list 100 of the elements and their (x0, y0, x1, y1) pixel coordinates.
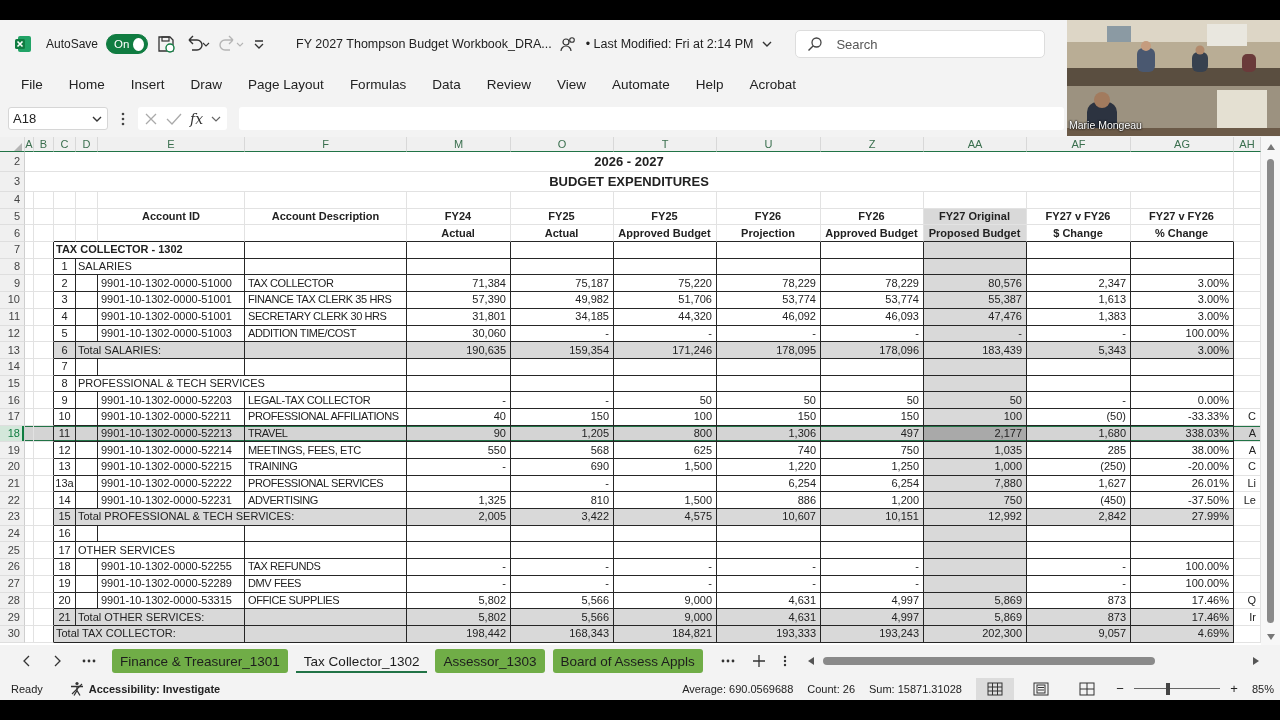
table-cell: FINANCE TAX CLERK 35 HRS (245, 292, 407, 309)
column-header[interactable]: M (407, 137, 511, 152)
row-header[interactable]: 7 (0, 242, 25, 259)
sheet-tab[interactable]: Finance & Treasurer_1301 (112, 649, 288, 673)
more-options-icon[interactable] (120, 110, 126, 127)
sheet-tab[interactable]: Board of Assess Appls (552, 649, 703, 673)
add-sheet-icon[interactable] (752, 655, 765, 667)
autosave-toggle[interactable]: On (106, 34, 149, 54)
table-cell: PROFESSIONAL SERVICES (245, 475, 407, 493)
ribbon-tab[interactable]: Review (476, 72, 541, 96)
column-header[interactable]: AG (1131, 137, 1234, 152)
enter-check-icon[interactable] (166, 111, 182, 126)
table-cell: SALARIES (76, 258, 245, 276)
ribbon-tab[interactable]: Automate (601, 72, 680, 96)
row-header[interactable]: 3 (0, 172, 25, 192)
zoom-thumb[interactable] (1165, 682, 1170, 695)
save-icon[interactable] (156, 34, 177, 54)
column-header[interactable]: T (614, 137, 717, 152)
next-sheet-icon[interactable] (52, 655, 62, 667)
row-header[interactable]: 26 (0, 559, 25, 576)
table-cell: 3 (54, 292, 76, 309)
table-cell: FY27 v FY26 (1131, 208, 1234, 226)
table-cell: 53,774 (717, 292, 821, 309)
insert-function-button[interactable]: fx (190, 110, 204, 127)
table-cell: 9901-10-1302-0000-52255 (98, 559, 245, 576)
page-break-icon (1078, 680, 1095, 697)
table-cell: 9901-10-1302-0000-52203 (98, 392, 245, 409)
row-header[interactable]: 16 (0, 392, 25, 409)
column-header[interactable]: F (245, 137, 407, 152)
ribbon-tab[interactable]: Formulas (339, 72, 417, 96)
row-header[interactable]: 25 (0, 542, 25, 560)
more-sheets-icon[interactable] (720, 658, 735, 664)
column-header[interactable]: AA (924, 137, 1027, 152)
table-cell: 750 (924, 492, 1027, 510)
ribbon-tab[interactable]: Insert (120, 72, 175, 96)
row-header[interactable]: 13 (0, 342, 25, 359)
table-cell: 4,575 (614, 509, 717, 526)
ribbon-tab[interactable]: Page Layout (238, 72, 334, 96)
ribbon-tab[interactable]: Draw (180, 72, 233, 96)
table-cell: 3.00% (1131, 292, 1234, 309)
last-modified-label[interactable]: • Last Modified: Fri at 2:14 PM (585, 37, 754, 51)
row-header[interactable]: 23 (0, 509, 25, 526)
sheet-tab[interactable]: Assessor_1303 (435, 649, 545, 673)
scroll-right-icon (1252, 656, 1260, 666)
table-cell: 4,631 (717, 609, 821, 626)
table-cell: 550 (407, 442, 511, 459)
vertical-scrollbar[interactable] (1261, 137, 1280, 645)
accessibility-icon[interactable] (68, 680, 85, 697)
accessibility-button[interactable]: Accessibility: Investigate (88, 682, 221, 695)
scroll-thumb[interactable] (1267, 159, 1274, 623)
ribbon-tab[interactable]: Data (422, 72, 471, 96)
scroll-thumb[interactable] (822, 657, 1155, 665)
ribbon-tab[interactable]: Help (685, 72, 734, 96)
table-cell: (250) (1027, 459, 1131, 476)
table-cell: - (511, 559, 614, 576)
column-header[interactable]: U (717, 137, 821, 152)
ribbon-tab[interactable]: Home (58, 72, 115, 96)
ribbon-tab[interactable]: View (546, 72, 596, 96)
column-header[interactable]: E (98, 137, 245, 152)
table-cell: 50 (614, 392, 717, 409)
horizontal-scrollbar[interactable] (806, 656, 1260, 666)
column-header[interactable]: C (54, 137, 76, 152)
ribbon-tab[interactable]: Acrobat (739, 72, 807, 96)
zoom-in-button[interactable]: + (1227, 681, 1240, 696)
row-header[interactable]: 4 (0, 192, 25, 209)
row-header[interactable]: 9 (0, 275, 25, 293)
column-header[interactable]: Z (821, 137, 924, 152)
column-header[interactable]: D (76, 137, 98, 152)
row-header[interactable]: 20 (0, 459, 25, 476)
scroll-left-icon (806, 656, 815, 666)
table-cell: 50 (924, 392, 1027, 409)
row-header[interactable]: 2 (0, 152, 25, 172)
row-header[interactable]: 10 (0, 292, 25, 309)
column-header[interactable]: B (34, 137, 54, 152)
column-header[interactable]: O (511, 137, 614, 152)
row-header[interactable]: 29 (0, 609, 25, 626)
more-sheets-icon[interactable] (82, 658, 96, 664)
table-cell: 40 (407, 408, 511, 426)
search-field[interactable]: Search (795, 30, 1046, 58)
zoom-out-button[interactable]: − (1113, 681, 1126, 696)
table-cell: 5,566 (511, 609, 614, 626)
ribbon-tab[interactable]: File (11, 72, 53, 96)
previous-sheet-icon[interactable] (22, 655, 32, 667)
table-cell: 80,576 (924, 275, 1027, 293)
table-cell: 10 (54, 408, 76, 426)
normal-view-button[interactable] (975, 677, 1014, 700)
table-cell: Proposed Budget (924, 225, 1027, 243)
table-cell: 12 (54, 442, 76, 459)
table-cell: 873 (1027, 609, 1131, 626)
row-header[interactable]: 19 (0, 442, 25, 459)
more-options-icon[interactable] (782, 655, 787, 667)
row-header[interactable]: 6 (0, 225, 25, 243)
column-header[interactable]: AF (1027, 137, 1131, 152)
column-header[interactable]: AH (1234, 137, 1261, 152)
people-icon[interactable] (559, 36, 576, 52)
row-header[interactable]: 22 (0, 492, 25, 510)
table-cell: - (407, 575, 511, 593)
name-box[interactable]: A18 (8, 107, 108, 130)
table-cell: 9901-10-1302-0000-52222 (98, 475, 245, 493)
table-cell: - (717, 559, 821, 576)
